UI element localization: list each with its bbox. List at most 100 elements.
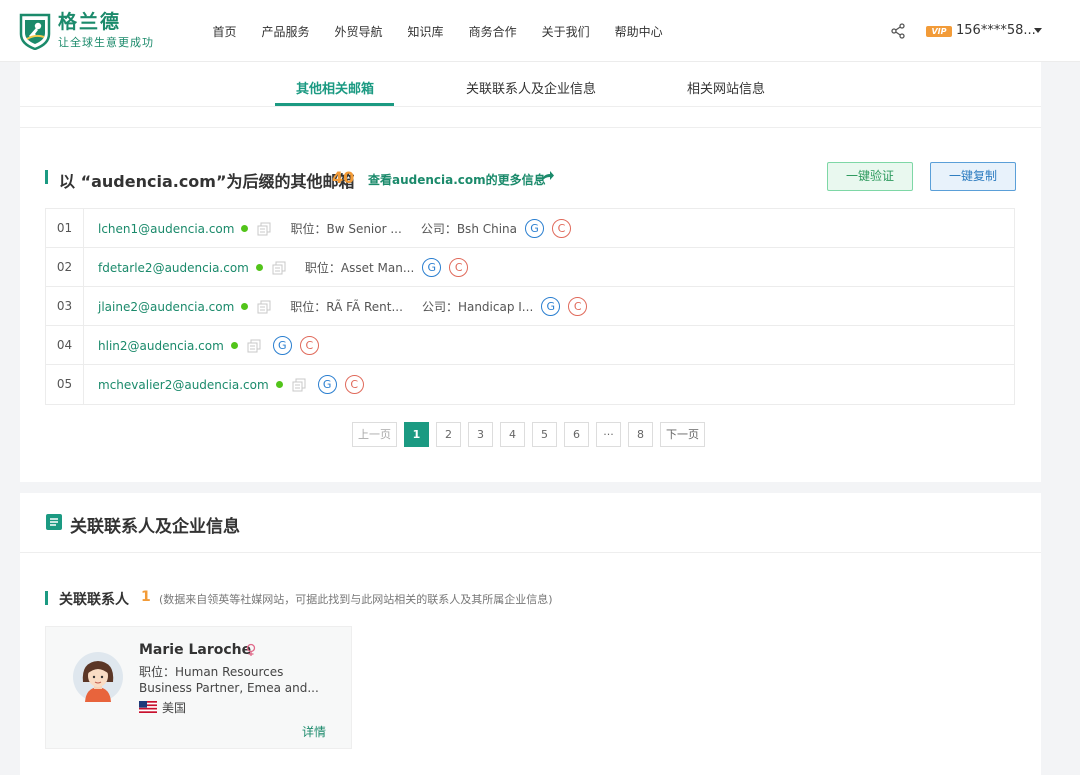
position-label: 职位： xyxy=(290,222,327,236)
email-address[interactable]: mchevalier2@audencia.com xyxy=(98,378,269,392)
page-button[interactable]: 2 xyxy=(436,422,461,447)
google-search-icon[interactable]: G xyxy=(541,297,561,316)
copy-icon[interactable] xyxy=(247,339,261,353)
logo[interactable]: 格兰德 让全球生意更成功 xyxy=(18,12,154,50)
vip-badge: VIP xyxy=(926,26,952,37)
contacts-section-title: 关联联系人及企业信息 xyxy=(70,517,240,537)
nav-products[interactable]: 产品服务 xyxy=(262,23,310,40)
company-label: 公司： xyxy=(421,300,458,314)
prev-page-button[interactable]: 上一页 xyxy=(352,422,397,447)
main-nav: 首页 产品服务 外贸导航 知识库 商务合作 关于我们 帮助中心 xyxy=(200,0,675,62)
email-address[interactable]: lchen1@audencia.com xyxy=(98,222,234,236)
row-number: 02 xyxy=(46,248,84,287)
contact-position-line: Business Partner, Emea and... xyxy=(139,681,319,695)
next-page-button[interactable]: 下一页 xyxy=(660,422,705,447)
valid-status-dot xyxy=(255,264,263,271)
page-button[interactable]: 3 xyxy=(468,422,493,447)
tab-related-contacts[interactable]: 关联联系人及企业信息 xyxy=(466,78,596,97)
more-info-link[interactable]: 查看audencia.com的更多信息 xyxy=(368,171,546,188)
active-tab-indicator xyxy=(275,103,394,106)
contact-card[interactable]: Marie Laroche 职位：Human Resources Busines… xyxy=(45,626,352,749)
email-address[interactable]: jlaine2@audencia.com xyxy=(98,300,234,314)
contacts-subtitle: 关联联系人 xyxy=(59,592,129,608)
email-address[interactable]: fdetarle2@audencia.com xyxy=(98,261,249,275)
position-label: 职位： xyxy=(304,261,341,275)
nav-knowledge-base[interactable]: 知识库 xyxy=(408,23,444,40)
contacts-panel: 关联联系人及企业信息 关联联系人 1 (数据来自领英等社媒网站，可据此找到与此网… xyxy=(20,493,1041,775)
section-marker xyxy=(45,591,48,605)
position-value: Bw Senior ... xyxy=(326,221,402,236)
nav-help-center[interactable]: 帮助中心 xyxy=(615,23,663,40)
brand-slogan: 让全球生意更成功 xyxy=(58,36,154,49)
company-search-icon[interactable]: C xyxy=(552,219,572,238)
valid-status-dot xyxy=(275,381,283,388)
us-flag-icon xyxy=(139,701,157,713)
contact-detail-link[interactable]: 详情 xyxy=(302,723,326,740)
valid-status-dot xyxy=(230,342,238,349)
chevron-down-icon[interactable] xyxy=(1034,28,1042,33)
divider xyxy=(20,127,1041,128)
google-search-icon[interactable]: G xyxy=(422,258,442,277)
document-list-icon xyxy=(46,514,62,530)
page-ellipsis[interactable]: ··· xyxy=(596,422,621,447)
table-row: 03 jlaine2@audencia.com 职位： RÃ FÃ Rent..… xyxy=(46,287,1014,326)
company-search-icon[interactable]: C xyxy=(568,297,588,316)
copy-icon[interactable] xyxy=(272,261,286,275)
page-button[interactable]: 1 xyxy=(404,422,429,447)
row-number: 05 xyxy=(46,365,84,404)
contact-country: 美国 xyxy=(162,701,187,715)
table-row: 05 mchevalier2@audencia.com G C xyxy=(46,365,1014,404)
emails-count: 40 xyxy=(332,168,355,187)
copy-icon[interactable] xyxy=(257,222,271,236)
company-search-icon[interactable]: C xyxy=(299,336,319,355)
page-button[interactable]: 6 xyxy=(564,422,589,447)
avatar xyxy=(73,652,123,702)
nav-home[interactable]: 首页 xyxy=(213,23,237,40)
google-search-icon[interactable]: G xyxy=(525,219,545,238)
contacts-note: (数据来自领英等社媒网站，可据此找到与此网站相关的联系人及其所属企业信息) xyxy=(159,593,553,606)
table-row: 01 lchen1@audencia.com 职位： Bw Senior ...… xyxy=(46,209,1014,248)
row-number: 03 xyxy=(46,287,84,326)
table-row: 04 hlin2@audencia.com G C xyxy=(46,326,1014,365)
page-button[interactable]: 8 xyxy=(628,422,653,447)
share-icon[interactable] xyxy=(890,23,906,39)
page-button[interactable]: 4 xyxy=(500,422,525,447)
table-row: 02 fdetarle2@audencia.com 职位： Asset Man.… xyxy=(46,248,1014,287)
position-value: RÃ FÃ Rent... xyxy=(326,299,403,314)
position-value: Asset Man... xyxy=(340,260,415,275)
position-label: 职位： xyxy=(290,300,327,314)
logo-shield-icon xyxy=(19,13,51,50)
company-value: Bsh China xyxy=(456,221,518,236)
top-navigation-bar: 格兰德 让全球生意更成功 首页 产品服务 外贸导航 知识库 商务合作 关于我们 … xyxy=(0,0,1080,62)
google-search-icon[interactable]: G xyxy=(272,336,292,355)
copy-icon[interactable] xyxy=(257,300,271,314)
tab-other-emails[interactable]: 其他相关邮箱 xyxy=(296,78,374,97)
company-search-icon[interactable]: C xyxy=(344,375,364,394)
company-label: 公司： xyxy=(420,222,457,236)
page-button[interactable]: 5 xyxy=(532,422,557,447)
nav-trade-navigation[interactable]: 外贸导航 xyxy=(335,23,383,40)
pagination: 上一页 1 2 3 4 5 6 ··· 8 下一页 xyxy=(352,422,712,447)
share-arrow-icon[interactable] xyxy=(541,170,555,182)
contacts-count: 1 xyxy=(141,589,151,605)
row-number: 01 xyxy=(46,209,84,248)
copy-icon[interactable] xyxy=(292,378,306,392)
copy-all-button[interactable]: 一键复制 xyxy=(930,162,1016,191)
company-search-icon[interactable]: C xyxy=(449,258,469,277)
nav-business-cooperation[interactable]: 商务合作 xyxy=(469,23,517,40)
nav-about-us[interactable]: 关于我们 xyxy=(542,23,590,40)
verify-all-button[interactable]: 一键验证 xyxy=(827,162,913,191)
company-value: Handicap I... xyxy=(457,299,534,314)
section-marker xyxy=(45,170,48,184)
tab-related-websites[interactable]: 相关网站信息 xyxy=(687,78,765,97)
user-phone[interactable]: 156****58... xyxy=(956,23,1036,38)
emails-section-title: 以 “audencia.com”为后缀的其他邮箱 xyxy=(59,172,355,191)
email-table: 01 lchen1@audencia.com 职位： Bw Senior ...… xyxy=(45,208,1015,405)
brand-name: 格兰德 xyxy=(58,11,122,33)
valid-status-dot xyxy=(241,303,249,310)
email-address[interactable]: hlin2@audencia.com xyxy=(98,339,224,353)
contact-name[interactable]: Marie Laroche xyxy=(139,642,251,658)
row-number: 04 xyxy=(46,326,84,365)
divider xyxy=(20,552,1041,553)
google-search-icon[interactable]: G xyxy=(317,375,337,394)
